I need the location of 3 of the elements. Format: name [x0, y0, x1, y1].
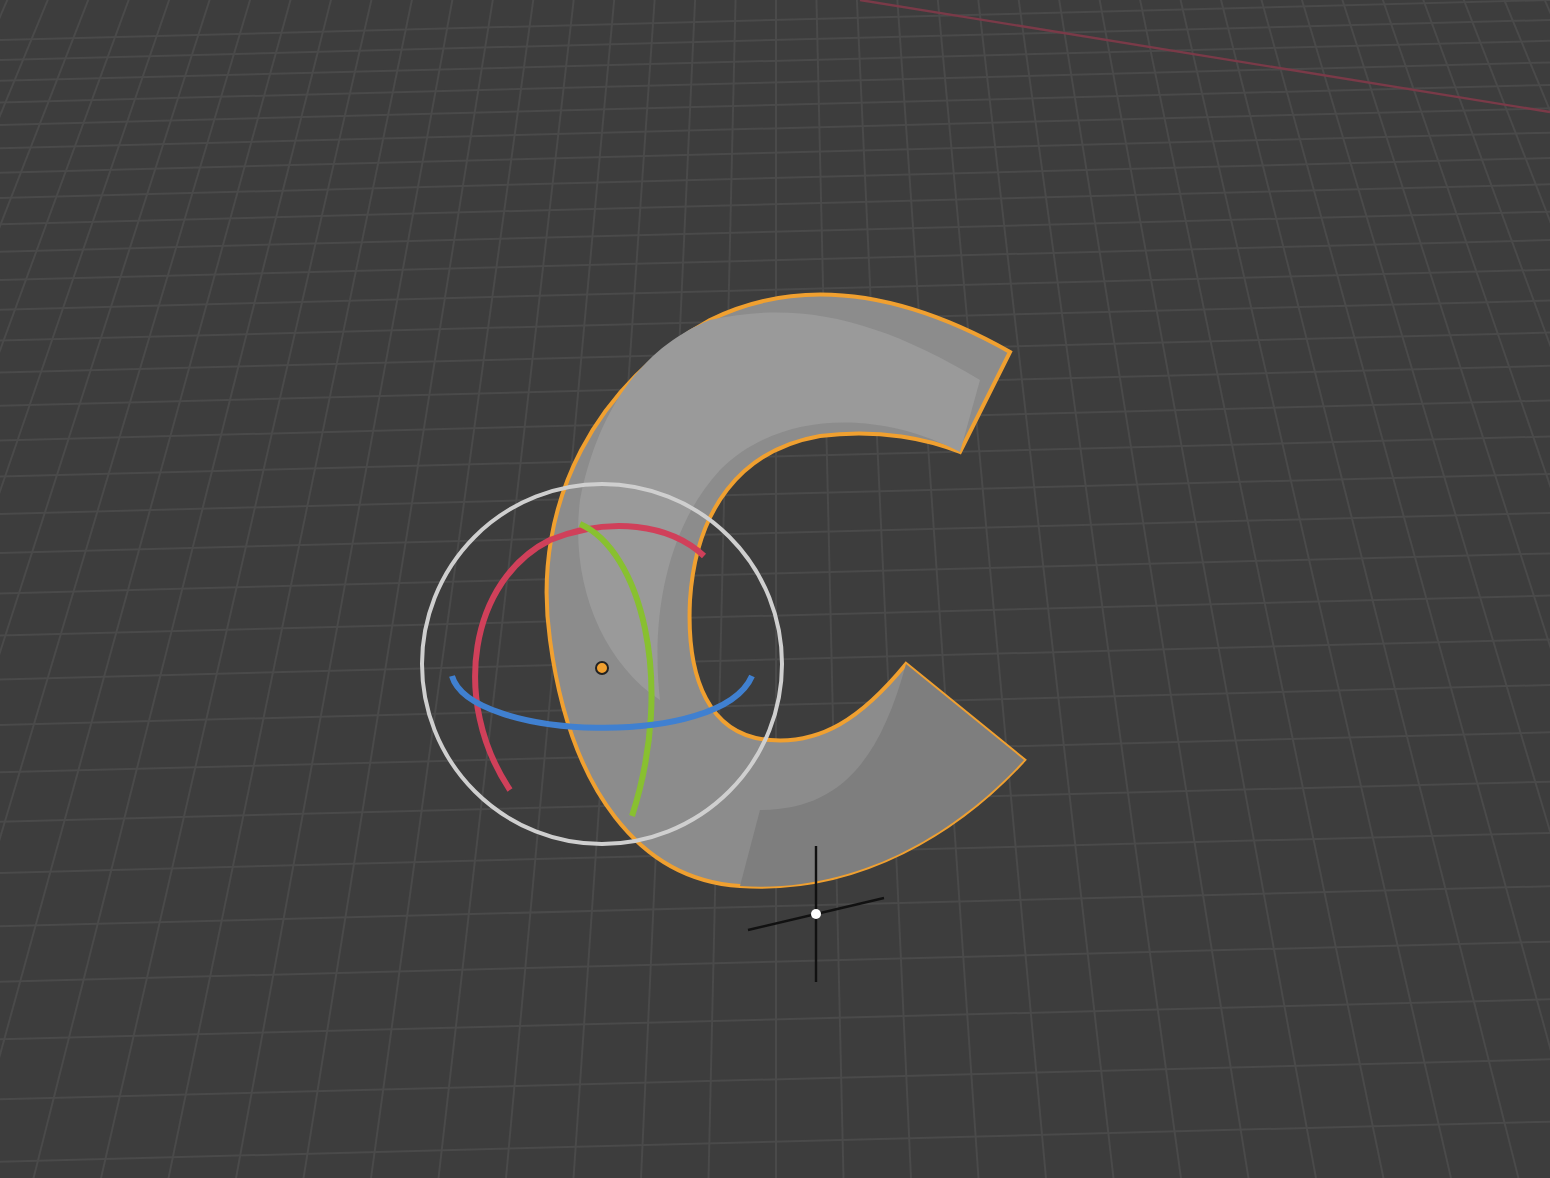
- 3d-cursor-icon: [747, 846, 885, 982]
- letter-c-object[interactable]: [544, 292, 1026, 889]
- rotation-gizmo[interactable]: [420, 482, 784, 846]
